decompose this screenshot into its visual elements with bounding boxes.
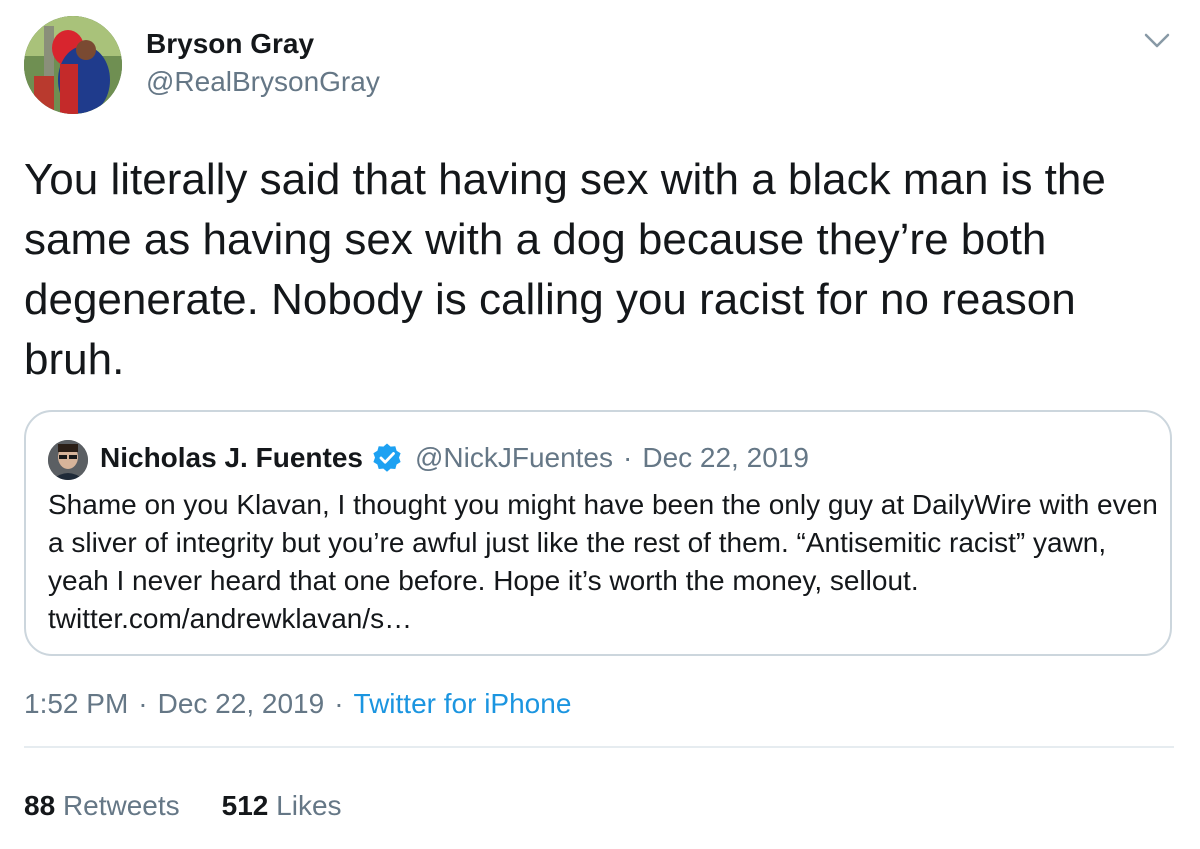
author-handle[interactable]: @RealBrysonGray — [146, 66, 380, 98]
verified-badge-icon — [373, 443, 401, 472]
separator-dot: · — [138, 688, 148, 719]
likes-count: 512 — [221, 790, 269, 821]
chevron-down-icon[interactable] — [1142, 28, 1172, 52]
likes-stat[interactable]: 512 Likes — [222, 790, 342, 821]
retweets-stat[interactable]: 88 Retweets — [24, 790, 180, 821]
tweet-source-link[interactable]: Twitter for iPhone — [354, 688, 572, 719]
divider — [24, 746, 1174, 748]
separator-dot: · — [334, 688, 344, 719]
separator-dot: · — [623, 442, 633, 473]
tweet-stats: 88 Retweets 512 Likes — [24, 790, 342, 822]
quoted-author-avatar — [48, 440, 88, 480]
quoted-author-handle: @NickJFuentes — [414, 442, 614, 473]
quoted-tweet-card[interactable]: Nicholas J. Fuentes @NickJFuentes · Dec … — [24, 410, 1172, 656]
retweets-label: Retweets — [62, 790, 180, 821]
tweet-date[interactable]: Dec 22, 2019 — [158, 688, 325, 719]
author-avatar[interactable] — [24, 16, 122, 114]
quoted-tweet-header: Nicholas J. Fuentes @NickJFuentes · Dec … — [100, 438, 809, 478]
tweet-meta: 1:52 PM · Dec 22, 2019 · Twitter for iPhone — [24, 688, 571, 720]
author-name[interactable]: Bryson Gray — [146, 28, 314, 60]
quoted-tweet-date: Dec 22, 2019 — [642, 442, 809, 473]
tweet-time[interactable]: 1:52 PM — [24, 688, 128, 719]
tweet-text: You literally said that having sex with … — [24, 155, 1106, 384]
quoted-tweet-text: Shame on you Klavan, I thought you might… — [48, 489, 1158, 634]
likes-label: Likes — [276, 790, 342, 821]
retweets-count: 88 — [24, 790, 56, 821]
quoted-author-name: Nicholas J. Fuentes — [100, 442, 363, 473]
